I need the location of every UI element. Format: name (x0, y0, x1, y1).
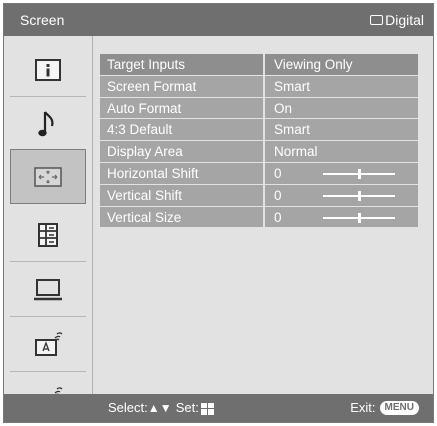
row-value: 0 (265, 162, 418, 184)
menu-row-target-inputs[interactable]: Target Inputs Viewing Only (100, 53, 418, 75)
sidebar-item-pc-settings[interactable] (4, 262, 92, 317)
exit-hint: Exit: MENU (350, 394, 419, 422)
menu-row-4-3-default[interactable]: 4:3 Default Smart (100, 118, 418, 141)
row-label: 4:3 Default (100, 119, 263, 141)
menu-row-display-area[interactable]: Display Area Normal (100, 140, 418, 162)
row-value: 0 (265, 206, 418, 228)
horizontal-shift-slider[interactable] (323, 168, 395, 179)
enter-button-icon (200, 403, 214, 415)
picture-icon (35, 58, 61, 81)
settings-menu: Target Inputs Viewing Only Screen Format… (100, 53, 418, 228)
slider-knob[interactable] (357, 212, 361, 223)
source-label: Digital (385, 12, 424, 28)
screen-menu-window: Screen Digital Target Inputs Viewing Onl… (3, 3, 434, 423)
row-label: Vertical Shift (100, 184, 263, 206)
screen-outline-icon (370, 15, 384, 25)
vertical-size-slider[interactable] (323, 212, 395, 223)
row-value-number: 0 (274, 165, 282, 181)
arrow-down-icon: ▼ (159, 401, 172, 415)
input-source-indicator: Digital (370, 12, 424, 28)
row-value: 0 (265, 184, 418, 206)
features-icon (38, 222, 58, 247)
slider-knob[interactable] (357, 190, 361, 201)
navigation-hint: Select: ▲ ▼ Set: (108, 394, 214, 422)
row-label: Target Inputs (100, 54, 263, 75)
vertical-shift-slider[interactable] (323, 190, 395, 201)
row-label: Screen Format (100, 75, 263, 97)
sidebar-item-screen[interactable] (10, 149, 86, 204)
sidebar-item-picture[interactable] (4, 42, 92, 97)
row-label: Auto Format (100, 97, 263, 119)
footer-bar: Select: ▲ ▼ Set: Exit: MENU (4, 394, 433, 422)
row-value: Normal (265, 141, 418, 162)
row-label: Horizontal Shift (100, 162, 263, 184)
row-label: Display Area (100, 141, 263, 162)
row-value: Smart (265, 119, 418, 141)
menu-button-icon: MENU (379, 401, 419, 415)
sidebar-item-analog-setup[interactable] (4, 317, 92, 372)
title-bar: Screen Digital (4, 4, 433, 36)
menu-row-screen-format[interactable]: Screen Format Smart (100, 74, 418, 97)
sidebar-item-features[interactable] (4, 207, 92, 262)
select-label: Select: (108, 400, 148, 415)
slider-knob[interactable] (357, 168, 361, 179)
row-value-number: 0 (274, 209, 282, 225)
menu-row-auto-format[interactable]: Auto Format On (100, 96, 418, 119)
sidebar-divider (92, 36, 93, 396)
screen-icon (34, 166, 62, 187)
menu-title: Screen (20, 12, 65, 28)
menu-row-vertical-size[interactable]: Vertical Size 0 (100, 205, 418, 228)
analog-setup-icon (35, 331, 63, 356)
menu-row-vertical-shift[interactable]: Vertical Shift 0 (100, 183, 418, 206)
row-value-number: 0 (274, 187, 282, 203)
category-sidebar (4, 36, 92, 411)
row-value: Viewing Only (265, 54, 418, 75)
set-label: Set: (175, 400, 199, 415)
sidebar-item-sound[interactable] (4, 97, 92, 152)
arrow-up-icon: ▲ (147, 401, 160, 415)
row-label: Vertical Size (100, 206, 263, 228)
sound-icon (38, 110, 54, 136)
row-value: On (265, 97, 418, 119)
row-value: Smart (265, 75, 418, 97)
menu-row-horizontal-shift[interactable]: Horizontal Shift 0 (100, 161, 418, 184)
pc-settings-icon (34, 278, 62, 300)
exit-label: Exit: (350, 400, 376, 415)
